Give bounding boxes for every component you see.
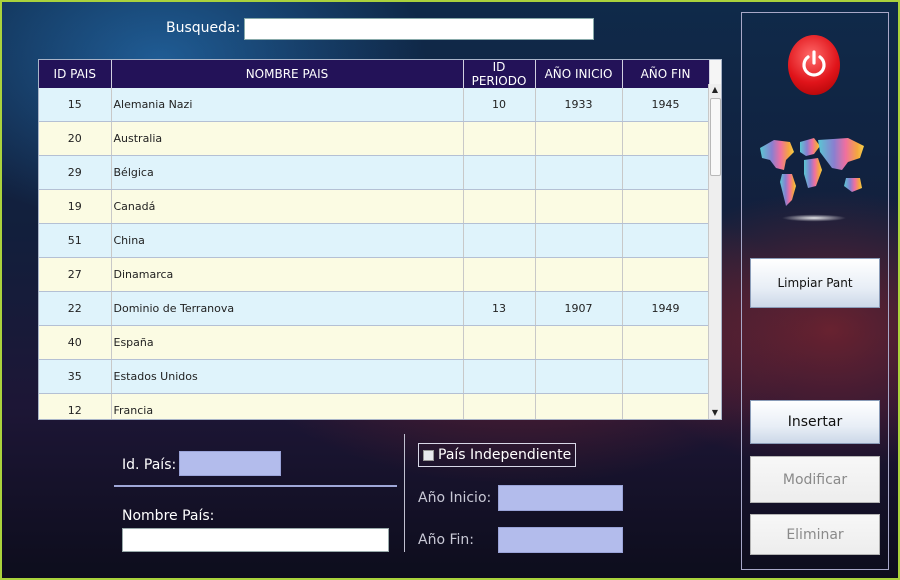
modificar-button[interactable]: Modificar [750,456,880,503]
cell-id-periodo [463,325,536,360]
anio-fin-label: Año Fin: [418,532,474,548]
nombre-pais-field[interactable] [122,528,389,552]
form-vertical-divider [404,434,405,552]
anio-inicio-field[interactable] [498,485,623,511]
cell-id-pais: 12 [39,393,112,419]
cell-nombre-pais: España [111,325,464,360]
table-row[interactable]: 19 Canadá [39,189,710,224]
pais-independiente-label: País Independiente [438,447,572,463]
cell-id-pais: 29 [39,155,112,190]
column-header-id-pais[interactable]: ID PAIS [39,60,112,88]
cell-anio-inicio [535,393,623,419]
cell-id-periodo [463,393,536,419]
table-row[interactable]: 27 Dinamarca [39,257,710,292]
table-row[interactable]: 35 Estados Unidos [39,359,710,394]
cell-anio-inicio [535,359,623,394]
cell-id-pais: 40 [39,325,112,360]
scrollbar-thumb[interactable] [710,98,721,176]
cell-anio-inicio [535,223,623,258]
cell-anio-fin [622,393,710,419]
cell-anio-inicio: 1933 [535,88,623,122]
cell-id-periodo [463,121,536,156]
cell-anio-inicio [535,121,623,156]
cell-anio-inicio [535,325,623,360]
table-row[interactable]: 40 España [39,325,710,360]
column-header-id-periodo[interactable]: ID PERIODO [463,60,536,88]
cell-nombre-pais: Canadá [111,189,464,224]
cell-anio-fin [622,325,710,360]
cell-id-periodo [463,155,536,190]
cell-id-periodo: 10 [463,88,536,122]
cell-id-pais: 27 [39,257,112,292]
table-vertical-scrollbar[interactable]: ▲ ▼ [708,84,721,419]
cell-anio-fin [622,223,710,258]
cell-anio-fin: 1945 [622,88,710,122]
cell-nombre-pais: Dinamarca [111,257,464,292]
cell-anio-inicio [535,189,623,224]
countries-table: ID PAIS NOMBRE PAIS ID PERIODO AÑO INICI… [38,59,722,420]
eliminar-button[interactable]: Eliminar [750,514,880,555]
anio-fin-field[interactable] [498,527,623,553]
cell-id-periodo: 13 [463,291,536,326]
cell-anio-inicio: 1907 [535,291,623,326]
world-map-icon [760,138,864,222]
cell-id-periodo [463,257,536,292]
table-row[interactable]: 15 Alemania Nazi 10 1933 1945 [39,88,710,122]
nombre-pais-label: Nombre País: [122,508,215,524]
cell-anio-inicio [535,155,623,190]
cell-anio-fin [622,359,710,394]
table-header-row: ID PAIS NOMBRE PAIS ID PERIODO AÑO INICI… [39,60,710,88]
column-header-nombre-pais[interactable]: NOMBRE PAIS [111,60,464,88]
cell-id-pais: 35 [39,359,112,394]
cell-id-periodo [463,223,536,258]
cell-id-pais: 51 [39,223,112,258]
table-row[interactable]: 51 China [39,223,710,258]
cell-nombre-pais: Australia [111,121,464,156]
form-divider [114,485,397,487]
cell-anio-fin [622,189,710,224]
limpiar-pantalla-button[interactable]: Limpiar Pant [750,258,880,308]
cell-id-periodo [463,189,536,224]
column-header-anio-inicio[interactable]: AÑO INICIO [535,60,623,88]
table-row[interactable]: 22 Dominio de Terranova 13 1907 1949 [39,291,710,326]
cell-id-pais: 19 [39,189,112,224]
cell-id-pais: 22 [39,291,112,326]
cell-anio-fin [622,121,710,156]
insertar-button[interactable]: Insertar [750,400,880,444]
table-row[interactable]: 12 Francia [39,393,710,419]
cell-anio-fin: 1949 [622,291,710,326]
cell-id-periodo [463,359,536,394]
column-header-anio-fin[interactable]: AÑO FIN [622,60,710,88]
pais-independiente-checkbox[interactable]: País Independiente [418,443,577,467]
cell-nombre-pais: China [111,223,464,258]
cell-id-pais: 20 [39,121,112,156]
scroll-up-arrow-icon[interactable]: ▲ [709,84,721,96]
power-icon[interactable] [788,35,840,95]
id-pais-label: Id. País: [122,457,177,473]
cell-id-pais: 15 [39,88,112,122]
cell-nombre-pais: Alemania Nazi [111,88,464,122]
table-row[interactable]: 29 Bélgica [39,155,710,190]
cell-nombre-pais: Dominio de Terranova [111,291,464,326]
search-input[interactable] [244,18,594,40]
search-label: Busqueda: [166,20,241,36]
cell-nombre-pais: Estados Unidos [111,359,464,394]
anio-inicio-label: Año Inicio: [418,490,492,506]
cell-nombre-pais: Bélgica [111,155,464,190]
cell-anio-fin [622,257,710,292]
cell-anio-fin [622,155,710,190]
scroll-down-arrow-icon[interactable]: ▼ [709,407,721,419]
cell-nombre-pais: Francia [111,393,464,419]
id-pais-field[interactable] [179,451,281,476]
cell-anio-inicio [535,257,623,292]
checkbox-icon[interactable] [423,449,434,461]
table-row[interactable]: 20 Australia [39,121,710,156]
